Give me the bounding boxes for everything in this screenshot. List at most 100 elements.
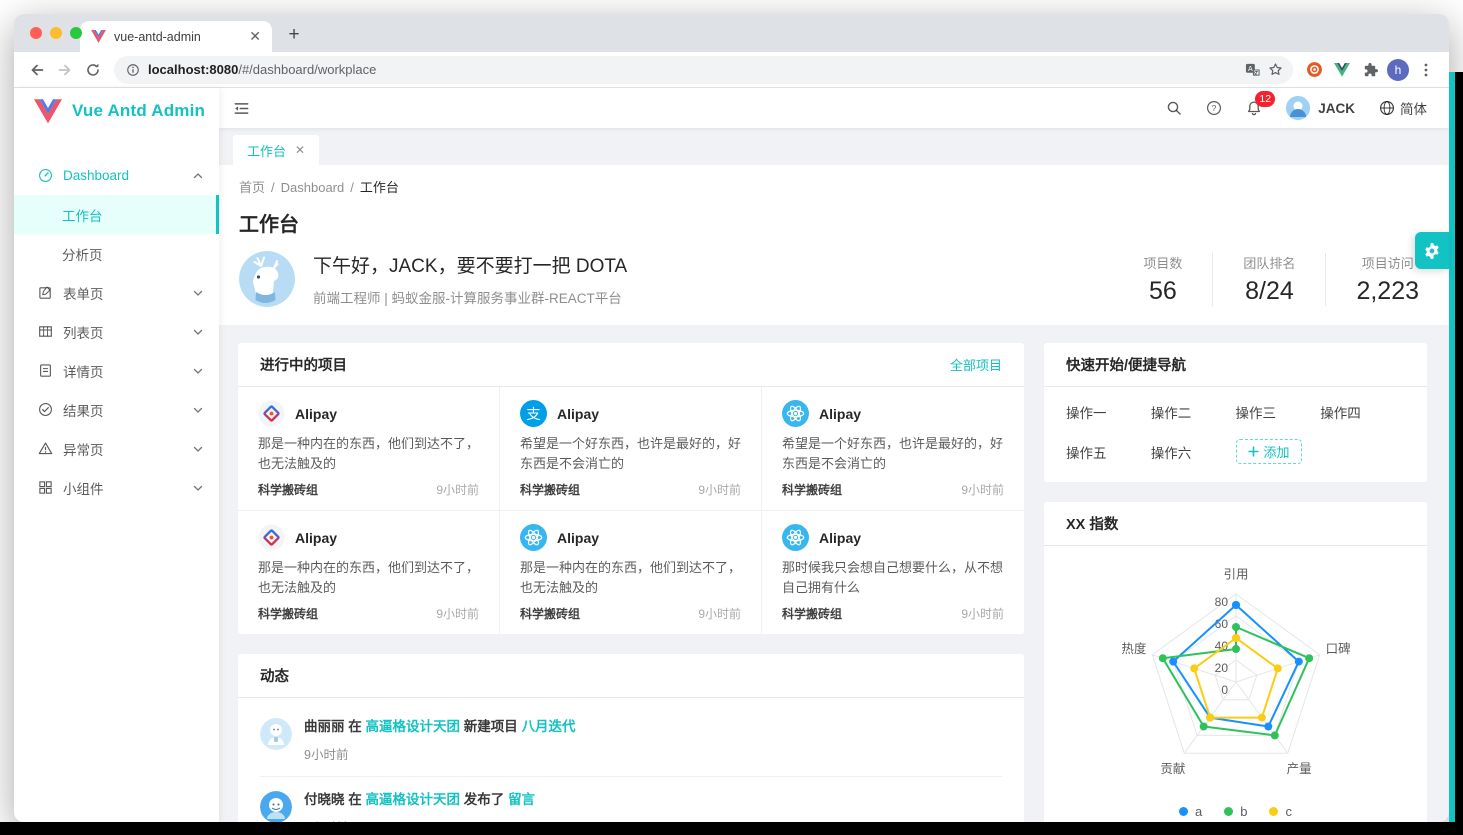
quick-link[interactable]: 操作四 xyxy=(1320,402,1405,422)
activity-group-link[interactable]: 高逼格设计天团 xyxy=(366,792,461,807)
extension-orange-icon[interactable] xyxy=(1301,57,1327,83)
zoom-window-button[interactable] xyxy=(70,27,82,39)
project-group-link[interactable]: 科学搬砖组 xyxy=(258,481,318,498)
quick-link[interactable]: 操作二 xyxy=(1151,402,1236,422)
activity-target-link[interactable]: 八月迭代 xyxy=(522,719,576,734)
add-button[interactable]: 添加 xyxy=(1236,439,1302,464)
svg-text:80: 80 xyxy=(1215,595,1229,609)
sidebar-item-result[interactable]: 结果页 xyxy=(14,390,219,429)
browser-menu-icon[interactable] xyxy=(1413,57,1439,83)
minimize-window-button[interactable] xyxy=(50,27,62,39)
sidebar-item-analysis[interactable]: 分析页 xyxy=(14,234,219,273)
back-icon[interactable] xyxy=(24,57,50,83)
notification-bell-icon[interactable]: 12 xyxy=(1246,100,1262,117)
close-window-button[interactable] xyxy=(30,27,42,39)
new-tab-button[interactable]: + xyxy=(280,21,308,49)
legend-dot xyxy=(1179,807,1188,816)
stat-value: 56 xyxy=(1143,277,1182,306)
project-group-link[interactable]: 科学搬砖组 xyxy=(782,605,842,622)
quick-link[interactable]: 操作三 xyxy=(1236,402,1321,422)
translate-icon[interactable]: A xyxy=(1245,62,1260,77)
project-name[interactable]: Alipay xyxy=(819,530,861,546)
legend-item-c[interactable]: c xyxy=(1269,804,1292,819)
tab-workplace[interactable]: 工作台 ✕ xyxy=(233,135,319,165)
project-group-link[interactable]: 科学搬砖组 xyxy=(258,605,318,622)
legend-item-a[interactable]: a xyxy=(1179,804,1202,819)
project-updated-time: 9小时前 xyxy=(698,481,741,498)
project-group-link[interactable]: 科学搬砖组 xyxy=(520,605,580,622)
tab-close-icon[interactable]: ✕ xyxy=(295,143,305,157)
search-icon[interactable] xyxy=(1166,100,1182,116)
project-card[interactable]: Alipay 那是一种内在的东西，他们到达不了，也无法触及的 科学搬砖组9小时前 xyxy=(238,511,500,634)
sidebar-item-dashboard[interactable]: Dashboard xyxy=(14,156,219,195)
project-name[interactable]: Alipay xyxy=(557,406,599,422)
sidebar: Vue Antd Admin Dashboard 工作台 分析页 xyxy=(14,88,219,822)
project-group-link[interactable]: 科学搬砖组 xyxy=(782,481,842,498)
bookmark-star-icon[interactable] xyxy=(1268,62,1283,77)
all-projects-link[interactable]: 全部项目 xyxy=(950,355,1002,374)
breadcrumb-home[interactable]: 首页 xyxy=(239,180,265,195)
project-group-link[interactable]: 科学搬砖组 xyxy=(520,481,580,498)
settings-gear-button[interactable] xyxy=(1415,232,1449,269)
sidebar-item-detail[interactable]: 详情页 xyxy=(14,351,219,390)
reload-icon[interactable] xyxy=(80,57,106,83)
project-card[interactable]: Alipay 那是一种内在的东西，他们到达不了，也无法触及的 科学搬砖组9小时前 xyxy=(500,511,762,634)
app-logo[interactable]: Vue Antd Admin xyxy=(14,88,219,134)
project-name[interactable]: Alipay xyxy=(819,406,861,422)
project-name[interactable]: Alipay xyxy=(295,530,337,546)
activity-user[interactable]: 付晓晓 xyxy=(304,792,345,807)
svg-text:热度: 热度 xyxy=(1121,641,1147,656)
sidebar-item-form[interactable]: 表单页 xyxy=(14,273,219,312)
legend-item-b[interactable]: b xyxy=(1224,804,1247,819)
tab-label: 工作台 xyxy=(247,141,286,160)
quick-link[interactable]: 操作五 xyxy=(1066,442,1151,462)
project-card[interactable]: Alipay 希望是一个好东西，也许是最好的，好东西是不会消亡的 科学搬砖组9小… xyxy=(762,387,1024,511)
legend-label: b xyxy=(1240,804,1247,819)
vue-antd-logo-icon xyxy=(34,99,62,124)
sidebar-item-widgets[interactable]: 小组件 xyxy=(14,468,219,507)
browser-tab[interactable]: vue-antd-admin ✕ xyxy=(80,21,272,52)
address-bar[interactable]: localhost:8080/#/dashboard/workplace A xyxy=(114,56,1293,84)
browser-toolbar: localhost:8080/#/dashboard/workplace A xyxy=(14,52,1449,88)
profile-initial: h xyxy=(1387,59,1409,81)
profile-avatar[interactable]: h xyxy=(1385,57,1411,83)
forward-icon[interactable] xyxy=(52,57,78,83)
stat-projects: 项目数 56 xyxy=(1113,253,1212,306)
index-chart-title: XX 指数 xyxy=(1066,513,1118,534)
url-host: localhost:8080 xyxy=(148,62,238,77)
project-name[interactable]: Alipay xyxy=(295,406,337,422)
greeting-text: 下午好，JACK，要不要打一把 DOTA xyxy=(313,251,627,278)
stats: 项目数 56 团队排名 8/24 项目访问 2,223 xyxy=(1113,253,1427,306)
breadcrumb-dashboard[interactable]: Dashboard xyxy=(281,180,345,195)
language-label: 简体 xyxy=(1400,98,1427,118)
traffic-lights xyxy=(30,27,82,39)
site-info-icon[interactable] xyxy=(126,63,140,77)
user-menu[interactable]: JACK xyxy=(1286,96,1355,120)
breadcrumb: 首页/Dashboard/工作台 xyxy=(239,177,1427,196)
warning-icon xyxy=(38,441,53,456)
react-logo-icon xyxy=(520,524,547,551)
language-switcher[interactable]: 简体 xyxy=(1379,98,1427,118)
sidebar-item-label: 工作台 xyxy=(62,205,103,225)
activity-user[interactable]: 曲丽丽 xyxy=(304,719,345,734)
vue-devtools-icon[interactable] xyxy=(1329,57,1355,83)
sidebar-item-label: 异常页 xyxy=(63,439,104,459)
extensions-puzzle-icon[interactable] xyxy=(1357,57,1383,83)
vue-favicon xyxy=(91,30,106,43)
help-icon[interactable]: ? xyxy=(1206,100,1222,116)
tab-close-icon[interactable]: ✕ xyxy=(246,28,264,45)
project-card[interactable]: Alipay 那时候我只会想自己想要什么，从不想自己拥有什么 科学搬砖组9小时前 xyxy=(762,511,1024,634)
project-card[interactable]: Alipay 希望是一个好东西，也许是最好的，好东西是不会消亡的 科学搬砖组9小… xyxy=(500,387,762,511)
project-name[interactable]: Alipay xyxy=(557,530,599,546)
quick-link[interactable]: 操作一 xyxy=(1066,402,1151,422)
sidebar-item-workplace[interactable]: 工作台 xyxy=(14,195,219,234)
menu-fold-icon[interactable] xyxy=(233,100,250,117)
project-card[interactable]: Alipay 那是一种内在的东西，他们到达不了，也无法触及的 科学搬砖组9小时前 xyxy=(238,387,500,511)
index-chart-card: XX 指数 020406080引用口碑产量贡献热度 a b c xyxy=(1044,502,1427,822)
plus-icon xyxy=(1248,446,1259,457)
sidebar-item-list[interactable]: 列表页 xyxy=(14,312,219,351)
sidebar-item-exception[interactable]: 异常页 xyxy=(14,429,219,468)
activity-group-link[interactable]: 高逼格设计天团 xyxy=(366,719,461,734)
activity-target-link[interactable]: 留言 xyxy=(508,792,535,807)
quick-link[interactable]: 操作六 xyxy=(1151,442,1236,462)
